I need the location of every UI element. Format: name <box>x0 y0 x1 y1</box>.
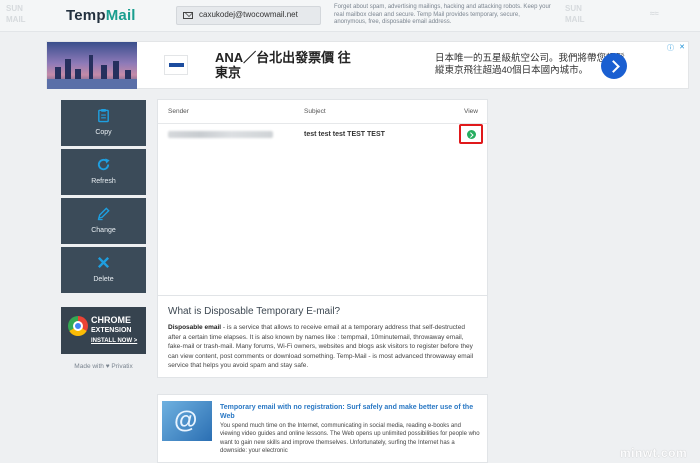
change-button[interactable]: Change <box>61 198 146 244</box>
table-row[interactable]: test test test TEST TEST <box>158 124 489 145</box>
sender-redacted <box>168 131 273 138</box>
email-address-field[interactable]: caxukodej@twocowmail.net <box>176 6 321 25</box>
ad-banner[interactable]: ANA／台北出發票價 往 東京 日本唯一的五星級航空公司。我們將帶您輕鬆縱東京飛… <box>46 41 689 89</box>
column-sender: Sender <box>168 108 189 115</box>
edit-icon <box>97 207 110 221</box>
ad-close-icon[interactable]: ✕ <box>679 43 685 51</box>
ad-city-image <box>47 42 137 89</box>
chrome-subtitle: EXTENSION <box>91 327 132 334</box>
article-excerpt: You spend much time on the Internet, com… <box>220 423 480 455</box>
delete-label: Delete <box>93 276 114 283</box>
change-label: Change <box>91 227 116 234</box>
refresh-label: Refresh <box>91 178 116 185</box>
decorative-pattern: ≈≈ <box>650 9 659 18</box>
made-with-credit[interactable]: Made with ♥ Privatix <box>61 363 146 370</box>
refresh-button[interactable]: Refresh <box>61 149 146 195</box>
copy-label: Copy <box>95 129 112 136</box>
article-card[interactable]: @ Temporary email with no registration: … <box>157 394 488 463</box>
ad-description: 日本唯一的五星級航空公司。我們將帶您輕鬆縱東京飛往超過40個日本國內城市。 <box>435 53 626 76</box>
email-address: caxukodej@twocowmail.net <box>199 10 298 19</box>
message-subject[interactable]: test test test TEST TEST <box>304 131 385 138</box>
clipboard-icon <box>98 108 109 123</box>
chrome-logo-icon <box>68 316 88 336</box>
ad-title[interactable]: ANA／台北出發票價 往 東京 <box>215 50 351 80</box>
chrome-install-link[interactable]: INSTALL NOW > <box>91 338 137 344</box>
refresh-icon <box>97 158 110 171</box>
decorative-pattern: SUN <box>6 4 23 13</box>
decorative-pattern: SUN <box>565 4 582 13</box>
article-title[interactable]: Temporary email with no registration: Su… <box>220 403 482 421</box>
chrome-title: CHROME <box>91 315 131 325</box>
header-tagline: Forget about spam, advertising mailings,… <box>334 4 551 25</box>
delete-button[interactable]: Delete <box>61 247 146 293</box>
inbox-table: Sender Subject View test test test TEST … <box>157 99 489 296</box>
info-panel: What is Disposable Temporary E-mail? Dis… <box>157 296 488 378</box>
info-heading: What is Disposable Temporary E-mail? <box>168 306 341 317</box>
ad-advertiser-logo <box>164 55 188 75</box>
column-subject: Subject <box>304 108 326 115</box>
article-image: @ <box>162 401 212 441</box>
decorative-pattern: MAIL <box>6 15 26 24</box>
view-highlight-box <box>459 124 483 144</box>
app-logo[interactable]: TempMail <box>66 7 136 24</box>
copy-button[interactable]: Copy <box>61 100 146 146</box>
logo-mail: Mail <box>105 7 136 24</box>
envelope-icon <box>183 12 193 19</box>
view-arrow-icon[interactable] <box>467 130 476 139</box>
chrome-extension-button[interactable]: CHROME EXTENSION INSTALL NOW > <box>61 307 146 354</box>
top-header: SUN MAIL SUN MAIL ≈≈ TempMail caxukodej@… <box>0 0 700 32</box>
close-icon <box>97 256 110 269</box>
table-header: Sender Subject View <box>158 100 489 124</box>
column-view: View <box>464 108 478 115</box>
logo-temp: Temp <box>66 7 106 24</box>
decorative-pattern: MAIL <box>565 15 585 24</box>
info-text: Disposable email - is a service that all… <box>168 324 474 370</box>
ad-next-arrow-icon[interactable] <box>601 53 627 79</box>
adchoices-icon[interactable]: ⓘ <box>667 43 674 53</box>
watermark: minwt.com <box>620 446 688 460</box>
